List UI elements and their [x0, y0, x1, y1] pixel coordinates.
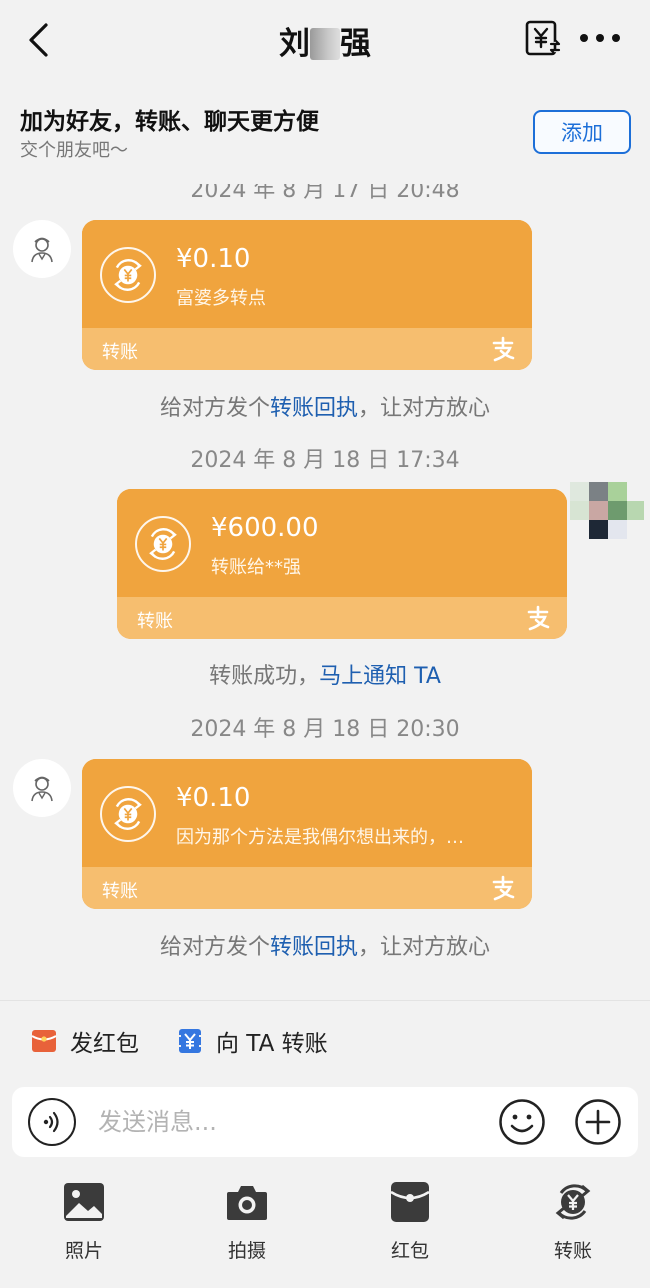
top-nav-bar: 刘强	[0, 0, 650, 84]
transfer-card[interactable]: ¥0.10 因为那个方法是我偶尔想出来的，… 转账	[82, 759, 532, 909]
note-text: 给对方发个	[159, 396, 270, 421]
avatar-pixel	[589, 501, 608, 520]
avatar-pixel	[608, 520, 627, 539]
send-red-packet-label: 发红包	[70, 1031, 139, 1057]
person-sketch-icon	[31, 776, 53, 802]
add-friend-button[interactable]: 添加	[533, 110, 631, 154]
transfer-memo: 富婆多转点	[176, 288, 266, 309]
avatar-pixel	[627, 501, 644, 520]
receipt-note: 给对方发个转账回执，让对方放心	[0, 390, 650, 422]
voice-wave-icon	[43, 1111, 59, 1133]
camera-icon	[227, 1186, 267, 1220]
avatar-pixel	[608, 482, 627, 501]
tool-transfer[interactable]: 转账	[523, 1176, 623, 1276]
tool-photo-label: 照片	[64, 1240, 103, 1262]
contact-avatar[interactable]	[13, 220, 71, 278]
tool-camera[interactable]: 拍摄	[197, 1176, 297, 1276]
chat-messages[interactable]: 2024 年 8 月 17 日 20:48 ¥0.10 富婆多转点 转账 给对方…	[0, 184, 650, 1000]
note-text: ，让对方放心	[358, 396, 491, 421]
alipay-logo-icon	[527, 605, 550, 631]
tool-red-packet-label: 红包	[390, 1240, 429, 1262]
banner-title: 加为好友，转账、聊天更方便	[20, 109, 319, 135]
emoji-button[interactable]	[498, 1098, 546, 1146]
transfer-label: 转账	[137, 611, 173, 632]
contact-avatar[interactable]	[13, 759, 71, 817]
timestamp: 2024 年 8 月 18 日 20:30	[190, 717, 460, 742]
more-dot-icon	[596, 34, 604, 42]
photo-icon	[64, 1183, 104, 1221]
title-first-char: 刘	[279, 26, 310, 62]
tool-camera-label: 拍摄	[227, 1240, 266, 1262]
transfer-label: 转账	[102, 342, 138, 363]
transfer-card[interactable]: ¥600.00 转账给**强 转账	[117, 489, 567, 639]
voice-button[interactable]	[28, 1098, 76, 1146]
message-input[interactable]	[98, 1101, 478, 1143]
transfer-card-footer	[117, 597, 567, 639]
bill-button[interactable]	[524, 20, 562, 58]
transfer-coin-icon	[100, 247, 156, 303]
tools-panel: 照片 拍摄 红包 转账	[0, 1160, 650, 1288]
transfer-receipt-link[interactable]: 转账回执	[270, 396, 358, 421]
message-input-bar	[12, 1087, 638, 1157]
transfer-to-ta-label: 向 TA 转账	[216, 1031, 328, 1057]
transfer-amount: ¥600.00	[211, 513, 319, 543]
red-packet-icon	[31, 1030, 57, 1052]
avatar-pixel	[589, 520, 608, 539]
transfer-card-footer	[82, 867, 532, 909]
transfer-card-footer	[82, 328, 532, 370]
notify-recipient-link[interactable]: 马上通知 TA	[319, 664, 441, 689]
transfer-receipt-link[interactable]: 转账回执	[270, 935, 358, 960]
title-last-char: 强	[340, 26, 371, 62]
transfer-to-ta-button[interactable]: 向 TA 转账	[176, 1017, 328, 1065]
more-options-button[interactable]	[580, 26, 620, 50]
transfer-memo: 转账给**强	[211, 557, 301, 578]
more-dot-icon	[612, 34, 620, 42]
transfer-coin-icon	[135, 516, 191, 572]
more-dot-icon	[580, 34, 588, 42]
tool-photo[interactable]: 照片	[34, 1176, 134, 1276]
transfer-coin-icon	[100, 786, 156, 842]
tool-transfer-label: 转账	[553, 1240, 592, 1262]
my-avatar[interactable]	[570, 482, 644, 556]
timestamp: 2024 年 8 月 18 日 17:34	[190, 448, 460, 473]
transfer-yuan-icon	[177, 1029, 203, 1053]
transfer-card[interactable]: ¥0.10 富婆多转点 转账	[82, 220, 532, 370]
bill-icon	[525, 20, 561, 56]
quick-actions-bar: 发红包 向 TA 转账	[0, 1000, 650, 1082]
transfer-label: 转账	[102, 881, 138, 902]
title-redaction-mask	[310, 28, 340, 60]
transfer-amount: ¥0.10	[176, 783, 251, 813]
note-text: 转账成功，	[209, 664, 320, 689]
smiley-icon	[499, 1099, 545, 1145]
alipay-logo-icon	[492, 875, 515, 901]
transfer-icon	[555, 1184, 591, 1220]
note-text: ，让对方放心	[358, 935, 491, 960]
avatar-pixel	[570, 482, 589, 501]
banner-subtitle: 交个朋友吧～	[20, 140, 128, 161]
send-red-packet-button[interactable]: 发红包	[30, 1017, 139, 1065]
avatar-pixel	[570, 501, 589, 520]
transfer-success-note: 转账成功，马上通知 TA	[0, 658, 650, 690]
more-tools-button[interactable]	[574, 1098, 622, 1146]
person-sketch-icon	[31, 237, 53, 263]
alipay-logo-icon	[492, 336, 515, 362]
note-text: 给对方发个	[159, 935, 270, 960]
red-packet-icon	[390, 1182, 430, 1222]
transfer-amount: ¥0.10	[176, 244, 251, 274]
transfer-memo: 因为那个方法是我偶尔想出来的，…	[176, 827, 464, 848]
avatar-pixel	[608, 501, 627, 520]
add-friend-banner: 加为好友，转账、聊天更方便 交个朋友吧～ 添加	[0, 84, 650, 184]
plus-icon	[575, 1099, 621, 1145]
timestamp: 2024 年 8 月 17 日 20:48	[190, 184, 460, 203]
avatar-pixel	[589, 482, 608, 501]
receipt-note: 给对方发个转账回执，让对方放心	[0, 929, 650, 961]
tool-red-packet[interactable]: 红包	[360, 1176, 460, 1276]
